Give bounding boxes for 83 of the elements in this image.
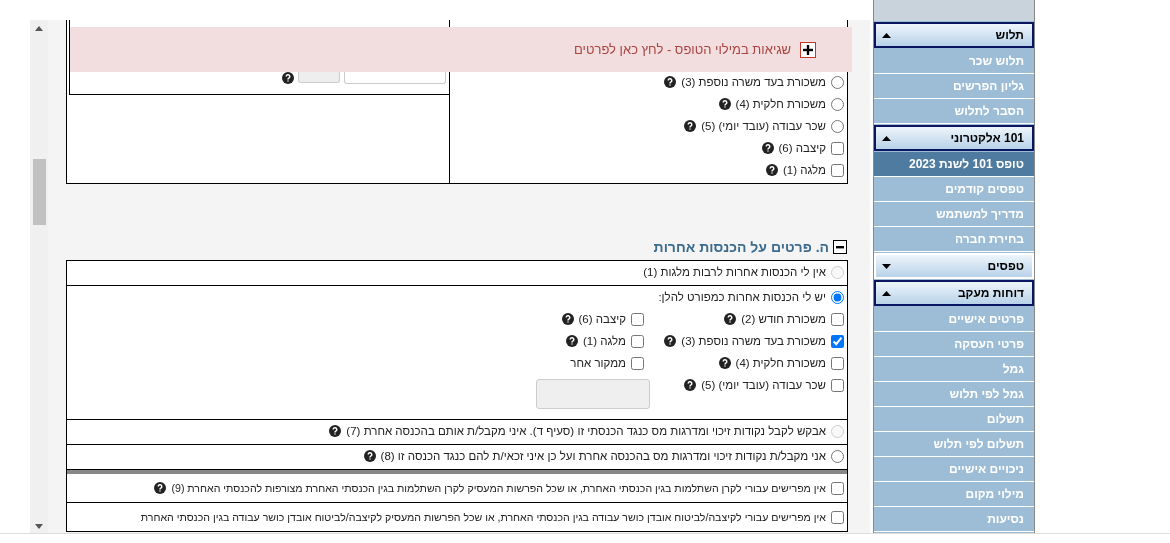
help-icon[interactable] <box>154 482 167 494</box>
declaration-text: אין מפרישים עבורי לקרן השתלמות בגין הכנסתי האחרת, או שכל הפרשות המעסיק לקרן השתלמות בגין הכנסתי האחרת מצורפות להכנסתי האחרת (9) <box>171 482 826 494</box>
declaration-text: אין מפרישים עבורי לקיצבה/לביטוח אובדן כושר עבודה בגין הכנסתי האחרת, או שכל הפרשות המעסיק לקיצבה/לביטוח אובדן כושר עבודה בגין הכנסתי האחרת <box>140 511 826 523</box>
collapse-icon[interactable] <box>833 240 847 254</box>
date-field[interactable] <box>344 72 446 84</box>
caret-up-icon <box>882 135 891 141</box>
help-icon[interactable] <box>363 450 376 462</box>
sidebar-item[interactable]: הסבר לתלוש <box>874 99 1034 124</box>
scroll-down-icon[interactable] <box>35 524 43 529</box>
caret-down-icon <box>882 263 891 269</box>
checkbox[interactable] <box>831 334 844 348</box>
checkbox[interactable] <box>631 334 644 348</box>
help-icon[interactable] <box>724 313 737 325</box>
checkbox[interactable] <box>831 356 844 370</box>
sidebar-item[interactable]: מילוי מקום <box>874 482 1034 507</box>
checkbox[interactable] <box>831 510 844 524</box>
section-title: ה. פרטים על הכנסות אחרות <box>653 239 829 255</box>
help-icon[interactable] <box>761 142 774 154</box>
error-message: שגיאות במילוי הטופס - לחץ כאן לפרטים <box>574 42 791 57</box>
radio-button[interactable] <box>831 97 844 111</box>
sidebar-item[interactable]: ניכויים אישיים <box>874 457 1034 482</box>
sidebar-item[interactable]: נסיעות <box>874 507 1034 532</box>
help-icon[interactable] <box>684 379 697 391</box>
radio-button[interactable] <box>831 119 844 133</box>
checkbox[interactable] <box>831 312 844 326</box>
caret-up-icon <box>882 32 891 38</box>
option-label: ממקור אחר <box>570 357 626 369</box>
sidebar-item[interactable]: בחירת חברה <box>874 227 1034 252</box>
sidebar-item[interactable]: תשלום <box>874 407 1034 432</box>
scrollbar-thumb[interactable] <box>32 159 46 225</box>
help-icon[interactable] <box>718 357 731 369</box>
help-icon[interactable] <box>684 120 697 132</box>
caret-up-icon <box>882 290 891 296</box>
help-icon[interactable] <box>718 98 731 110</box>
error-banner[interactable]: שגיאות במילוי הטופס - לחץ כאן לפרטים <box>70 27 852 72</box>
checkbox[interactable] <box>631 356 644 370</box>
option-label: משכורת חלקית (4) <box>735 357 826 369</box>
option-label: קיצבה (6) <box>578 313 626 325</box>
checkbox[interactable] <box>631 312 644 326</box>
sidebar-item[interactable]: מדריך למשתמש <box>874 202 1034 227</box>
sidebar-item[interactable]: טופס 101 לשנת 2023 <box>874 152 1034 177</box>
sidebar-group-header[interactable]: תלוש <box>874 22 1034 48</box>
help-icon[interactable] <box>664 335 677 347</box>
checkbox[interactable] <box>831 141 844 155</box>
sidebar-group-header[interactable]: 101 אלקטרוני <box>874 125 1034 151</box>
checkbox[interactable] <box>831 378 844 392</box>
radio-button[interactable] <box>831 449 844 463</box>
sidebar-item[interactable]: פרטי העסקה <box>874 332 1034 357</box>
option-label: משכורת חלקית (4) <box>735 98 826 110</box>
other-source-field[interactable] <box>536 379 650 409</box>
help-icon[interactable] <box>561 313 574 325</box>
sidebar-item[interactable]: פרטים אישיים <box>874 307 1034 332</box>
option-label: אבקש לקבל נקודות זיכוי ומדרגות מס כנגד הכנסתי זו (סעיף ד). איני מקבל/ת אותם בהכנסה אחרת (7) <box>346 425 826 437</box>
sidebar-item[interactable]: תשלום לפי תלוש <box>874 432 1034 457</box>
checkbox[interactable] <box>831 481 844 495</box>
radio-button[interactable] <box>831 75 844 89</box>
option-label: שכר עבודה (עובד יומי) (5) <box>701 120 826 132</box>
option-label: שכר עבודה (עובד יומי) (5) <box>701 379 826 391</box>
help-icon[interactable] <box>664 76 677 88</box>
sidebar-item[interactable]: גמל לפי תלוש <box>874 382 1034 407</box>
option-label: אין לי הכנסות אחרות לרבות מלגות (1) <box>643 266 826 278</box>
help-icon[interactable] <box>282 72 294 84</box>
scroll-up-icon[interactable] <box>35 26 43 31</box>
help-icon[interactable] <box>765 164 778 176</box>
sidebar-item[interactable]: גמל <box>874 357 1034 382</box>
option-label: מלגה (1) <box>782 164 826 176</box>
option-label: משכורת בעד משרה נוספת (3) <box>681 335 826 347</box>
option-label: קיצבה (6) <box>778 142 826 154</box>
option-label: משכורת חודש (2) <box>741 313 826 325</box>
expand-icon[interactable] <box>800 41 816 58</box>
sidebar-item[interactable]: תלוש שכר <box>874 49 1034 74</box>
sidebar-item[interactable]: גליון הפרשים <box>874 74 1034 99</box>
option-label: יש לי הכנסות אחרות כמפורט להלן: <box>658 291 826 303</box>
scrollbar[interactable] <box>30 20 48 533</box>
sidebar-group-header[interactable]: טפסים <box>874 253 1034 279</box>
sidebar-item[interactable]: טפסים קודמים <box>874 177 1034 202</box>
sidebar-group-header[interactable]: דוחות מעקב <box>874 280 1034 306</box>
option-label: מלגה (1) <box>582 335 626 347</box>
option-label: משכורת בעד משרה נוספת (3) <box>681 76 826 88</box>
radio-button[interactable] <box>831 290 844 304</box>
option-label: אני מקבל/ת נקודות זיכוי ומדרגות מס בהכנסה אחרת ועל כן איני זכאי/ת להם כנגד הכנסה זו (8) <box>380 450 826 462</box>
checkbox[interactable] <box>831 163 844 177</box>
help-icon[interactable] <box>565 335 578 347</box>
